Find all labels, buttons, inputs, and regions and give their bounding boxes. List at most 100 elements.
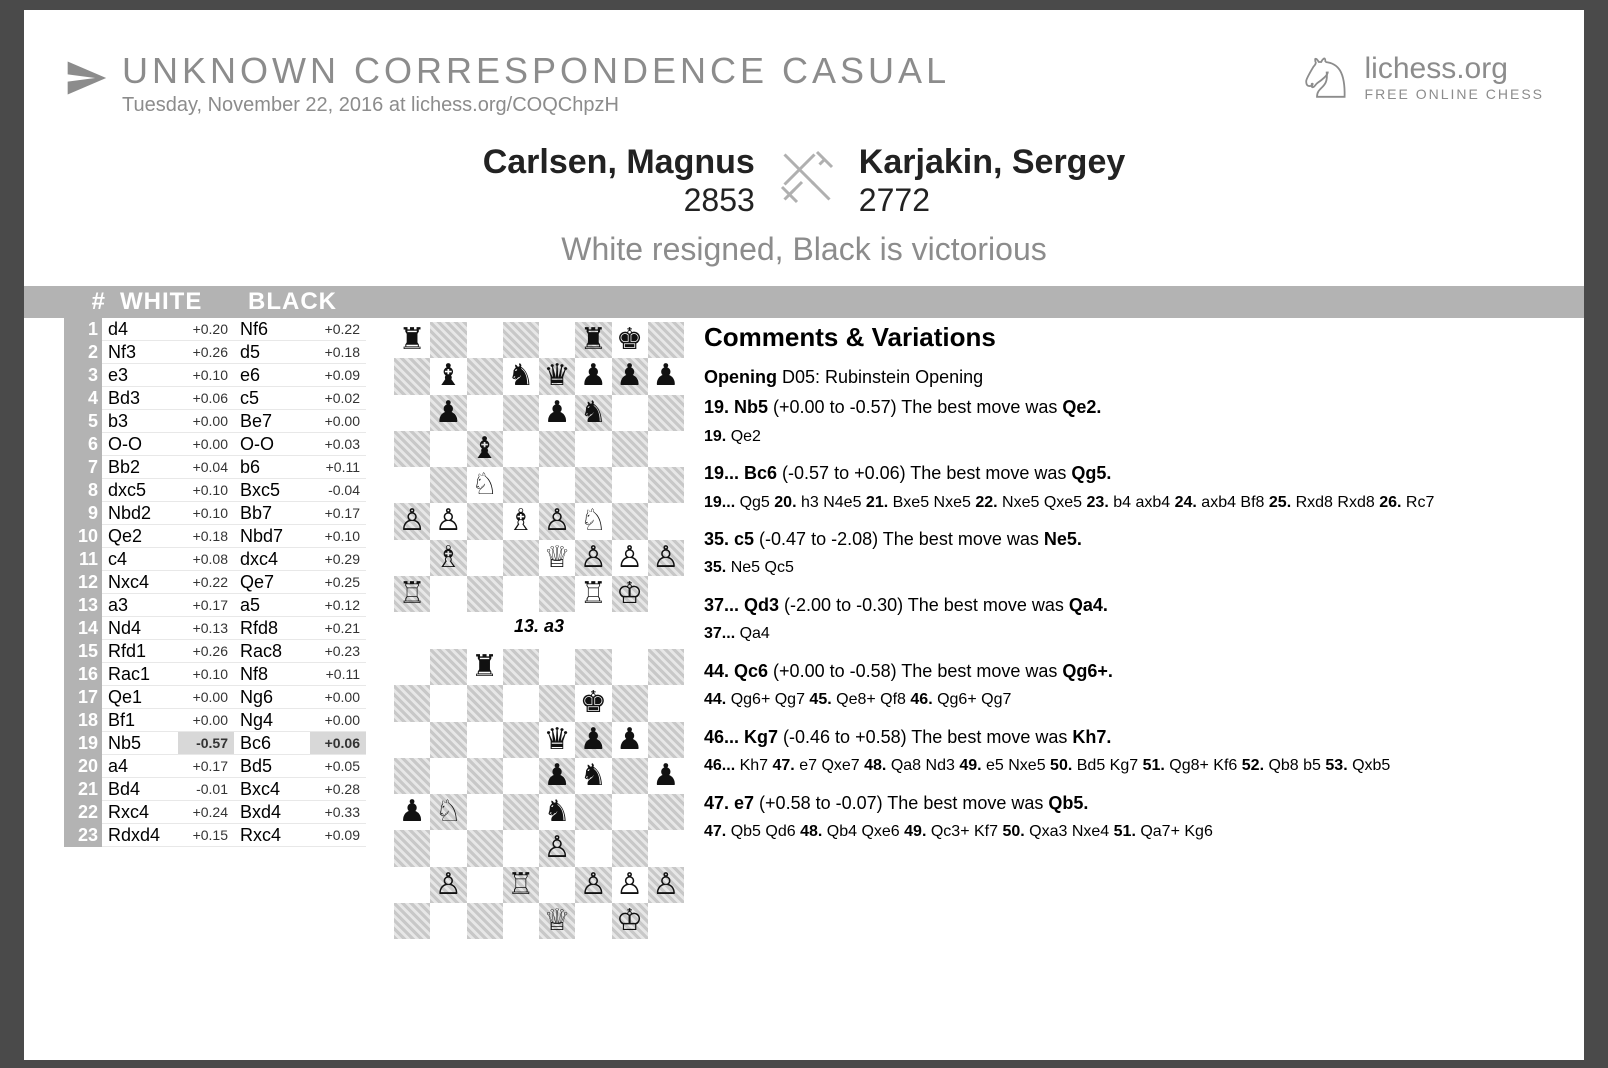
board-square [394,358,430,394]
board-square [539,867,575,903]
board-square: ♝ [467,431,503,467]
brand-sub: FREE ONLINE CHESS [1365,86,1544,102]
board-square [539,576,575,612]
white-move: Rac1 [102,663,178,686]
move-number: 4 [64,387,102,410]
move-number: 20 [64,755,102,778]
board-square [539,467,575,503]
black-eval: +0.05 [310,755,366,778]
white-move: Rdxd4 [102,824,178,847]
white-move: Nxc4 [102,571,178,594]
board-square [467,867,503,903]
header-right: lichess.org FREE ONLINE CHESS [1299,50,1544,104]
move-row: 15Rfd1+0.26Rac8+0.23 [64,640,374,663]
board-square [503,431,539,467]
board-square [503,685,539,721]
board-square [539,431,575,467]
page-header: UNKNOWN CORRESPONDENCE CASUAL Tuesday, N… [64,50,1544,117]
move-number: 15 [64,640,102,663]
move-number: 22 [64,801,102,824]
board-square [467,830,503,866]
board-square [394,431,430,467]
black-eval: +0.22 [310,318,366,341]
opening-text: D05: Rubinstein Opening [777,367,983,387]
board-square: ♙ [539,830,575,866]
black-eval: +0.02 [310,387,366,410]
white-eval: +0.22 [178,571,234,594]
move-row: 18Bf1+0.00Ng4+0.00 [64,709,374,732]
comment-best: Qg6+. [1062,661,1113,681]
move-number: 6 [64,433,102,456]
black-eval: +0.33 [310,801,366,824]
board-square [539,685,575,721]
comment-variation: 19... Qg5 20. h3 N4e5 21. Bxe5 Nxe5 22. … [704,492,1544,514]
col-num: # [72,288,106,316]
board-square [394,540,430,576]
board-square [394,722,430,758]
board-square [575,431,611,467]
board-square [575,794,611,830]
comment-lead: 19... Bc6 [704,463,777,483]
move-number: 10 [64,525,102,548]
white-eval: +0.20 [178,318,234,341]
white-eval: +0.17 [178,594,234,617]
comment-item: 19. Nb5 (+0.00 to -0.57) The best move w… [704,395,1544,419]
black-eval: +0.03 [310,433,366,456]
comment-item: 19... Bc6 (-0.57 to +0.06) The best move… [704,461,1544,485]
comment-best: Qe2. [1062,397,1101,417]
white-player: Carlsen, Magnus 2853 [483,143,755,219]
white-move: Bf1 [102,709,178,732]
board-square: ♘ [467,467,503,503]
move-row: 1d4+0.20Nf6+0.22 [64,318,374,341]
black-eval: +0.17 [310,502,366,525]
board-square: ♞ [503,358,539,394]
board-square [539,649,575,685]
white-move: Nd4 [102,617,178,640]
move-number: 7 [64,456,102,479]
comment-lead: 37... Qd3 [704,595,779,615]
comment-best: Ne5. [1044,529,1082,549]
opening-label: Opening [704,367,777,387]
board-square [612,758,648,794]
comment-lead: 35. c5 [704,529,754,549]
black-name: Karjakin, Sergey [859,143,1125,182]
board-square: ♞ [575,395,611,431]
board-square [612,395,648,431]
board-square [575,903,611,939]
board-square [430,467,466,503]
move-number: 16 [64,663,102,686]
board-square: ♞ [539,794,575,830]
board-square [430,722,466,758]
board-square: ♞ [575,758,611,794]
board-square [467,722,503,758]
white-eval: +0.26 [178,341,234,364]
board-square [612,467,648,503]
paper-plane-icon [64,56,108,100]
move-number: 2 [64,341,102,364]
comments-heading: Comments & Variations [704,320,1544,355]
move-row: 17Qe1+0.00Ng6+0.00 [64,686,374,709]
white-eval: -0.01 [178,778,234,801]
board-square: ♝ [430,358,466,394]
white-move: Rxc4 [102,801,178,824]
game-title: UNKNOWN CORRESPONDENCE CASUAL [122,50,950,92]
board-square [430,903,466,939]
body: 1d4+0.20Nf6+0.222Nf3+0.26d5+0.183e3+0.10… [64,318,1544,939]
board-square [648,685,684,721]
board-square: ♗ [430,540,466,576]
white-eval: +0.10 [178,502,234,525]
board-square [503,576,539,612]
comment-eval: (-0.57 to +0.06) The best move was [777,463,1071,483]
board-square [394,903,430,939]
board-square [648,830,684,866]
move-row: 20a4+0.17Bd5+0.05 [64,755,374,778]
white-move: d4 [102,318,178,341]
board-square [394,395,430,431]
game-subtitle: Tuesday, November 22, 2016 at lichess.or… [122,94,950,117]
board-square [539,322,575,358]
board-square: ♖ [575,576,611,612]
col-white: WHITE [106,288,248,316]
board-square [575,830,611,866]
white-move: O-O [102,433,178,456]
black-move: Nbd7 [234,525,310,548]
